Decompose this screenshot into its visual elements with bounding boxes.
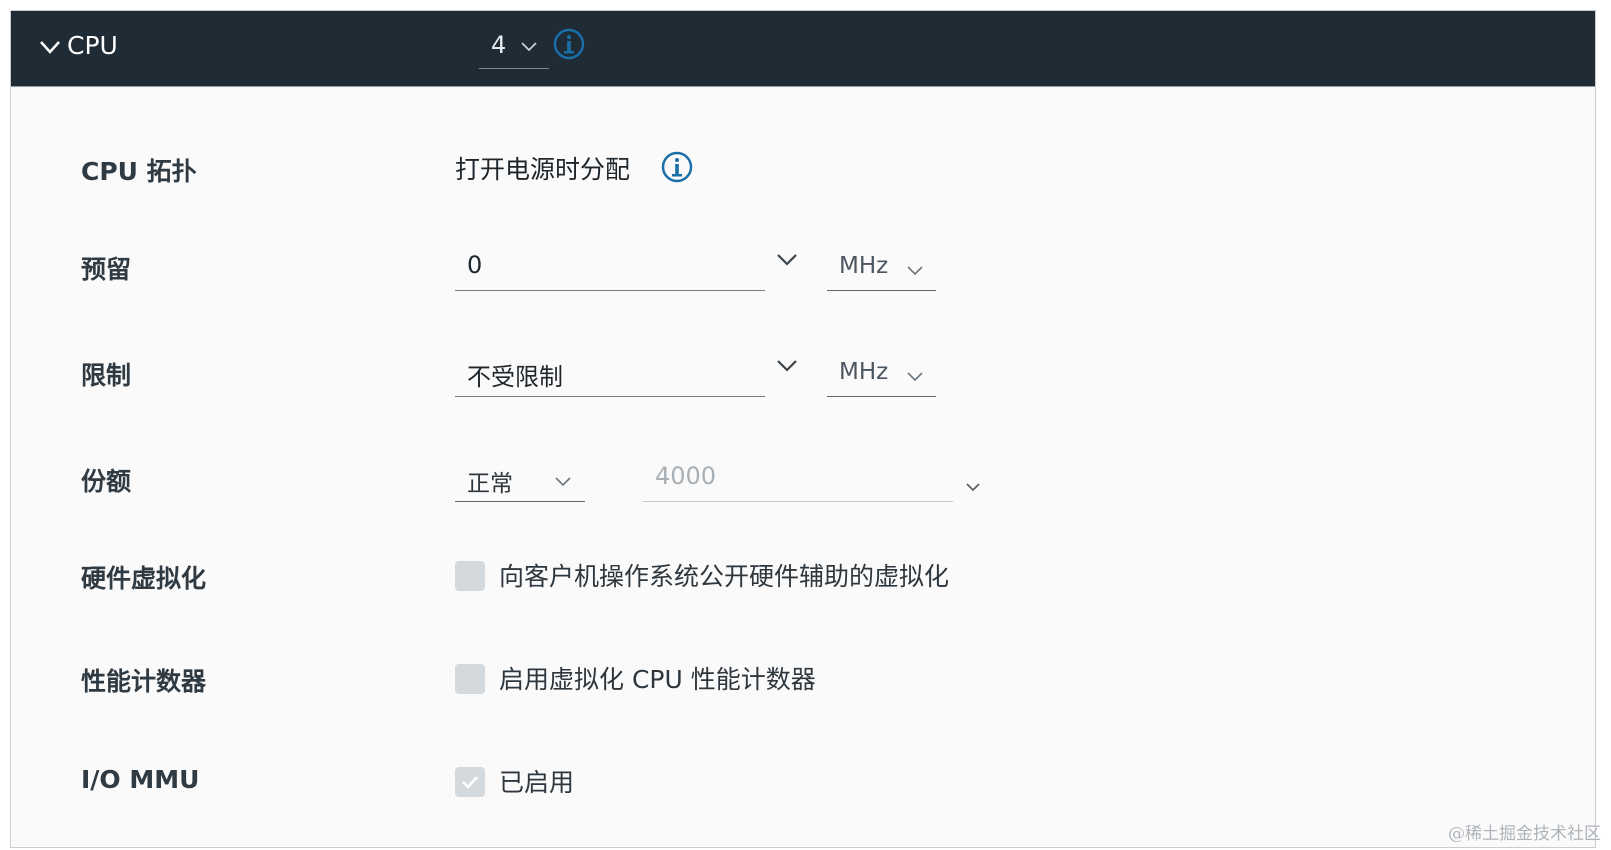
cpu-count-value: 4	[491, 31, 507, 59]
chevron-down-icon[interactable]	[776, 253, 798, 267]
cpu-topology-value: 打开电源时分配	[455, 155, 631, 184]
hw-virtualization-label: 硬件虚拟化	[81, 564, 207, 593]
limit-unit-select[interactable]: MHz	[827, 355, 936, 397]
info-icon[interactable]	[661, 151, 693, 183]
cpu-settings-panel: CPU 4 CPU 拓扑 打开电源时分配 预留 0 MHz 限制 不受限制 MH…	[10, 10, 1596, 848]
reservation-label: 预留	[81, 255, 132, 284]
shares-value-input: 4000	[643, 460, 953, 502]
chevron-down-icon[interactable]	[776, 359, 798, 373]
chevron-down-icon	[907, 266, 923, 276]
reservation-input[interactable]: 0	[455, 249, 765, 291]
limit-value: 不受限制	[467, 363, 563, 391]
limit-label: 限制	[81, 361, 132, 390]
perf-counters-checkbox-label: 启用虚拟化 CPU 性能计数器	[499, 665, 816, 694]
chevron-down-icon	[521, 42, 537, 52]
shares-level: 正常	[467, 471, 513, 497]
limit-input[interactable]: 不受限制	[455, 355, 765, 397]
shares-level-select[interactable]: 正常	[455, 460, 585, 502]
perf-counters-checkbox[interactable]	[455, 664, 485, 694]
chevron-down-icon	[966, 483, 980, 492]
checkmark-icon	[462, 776, 478, 789]
info-icon[interactable]	[553, 28, 585, 60]
iommu-checkbox[interactable]	[455, 767, 485, 797]
perf-counters-label: 性能计数器	[81, 667, 207, 696]
section-title: CPU	[67, 31, 118, 60]
cpu-section-header[interactable]: CPU 4	[11, 11, 1595, 87]
hw-virtualization-checkbox-label: 向客户机操作系统公开硬件辅助的虚拟化	[499, 562, 950, 591]
reservation-value: 0	[467, 251, 483, 279]
chevron-down-icon	[907, 372, 923, 382]
shares-value: 4000	[655, 462, 717, 490]
watermark: @稀土掘金技术社区	[1448, 824, 1601, 844]
reservation-unit: MHz	[839, 253, 889, 279]
limit-unit: MHz	[839, 359, 889, 385]
hw-virtualization-checkbox[interactable]	[455, 561, 485, 591]
iommu-checkbox-label: 已启用	[499, 768, 575, 797]
shares-label: 份额	[81, 467, 132, 496]
iommu-label: I/O MMU	[81, 765, 200, 794]
chevron-down-icon	[555, 477, 571, 487]
chevron-down-icon[interactable]	[39, 39, 61, 55]
cpu-count-select[interactable]: 4	[479, 29, 549, 69]
reservation-unit-select[interactable]: MHz	[827, 249, 936, 291]
cpu-topology-label: CPU 拓扑	[81, 157, 197, 186]
